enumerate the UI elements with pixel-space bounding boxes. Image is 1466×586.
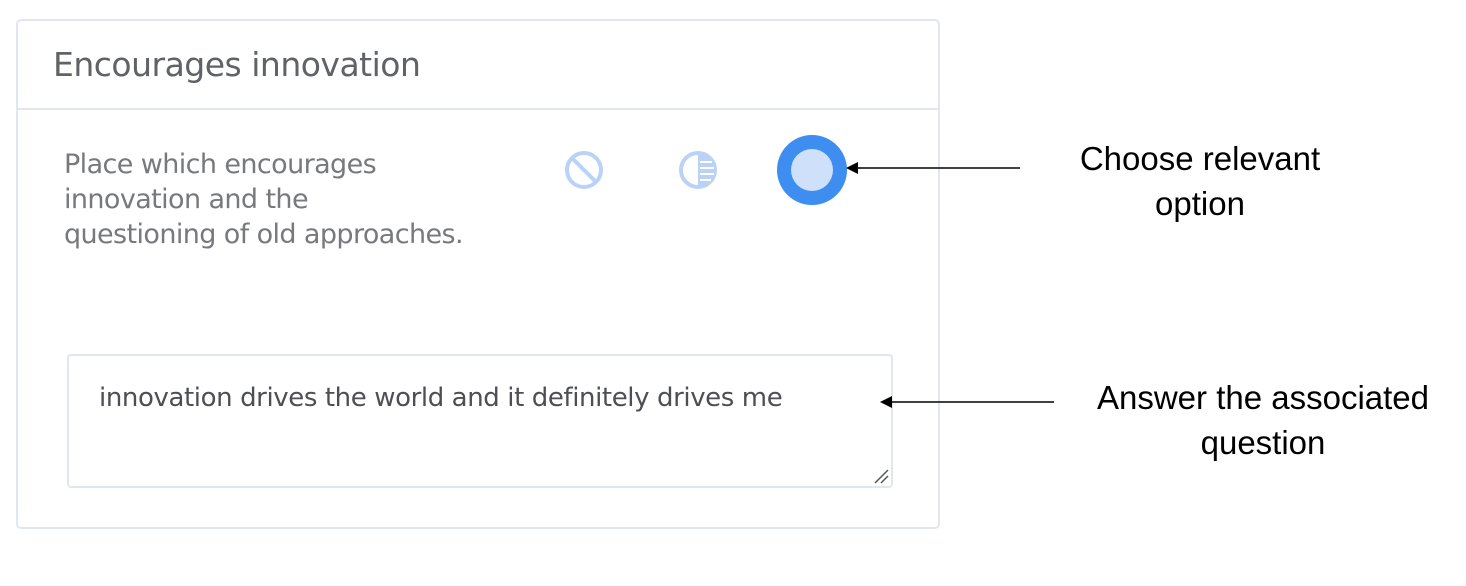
resize-handle-icon[interactable] (871, 466, 889, 484)
card-title: Encourages innovation (53, 45, 421, 84)
prohibited-circle-icon (565, 151, 603, 189)
answer-annotation-line2: question (1200, 424, 1326, 461)
full-circle-icon (777, 135, 847, 205)
options-annotation-line2: option (1155, 185, 1245, 222)
answer-arrow-icon (880, 396, 1054, 408)
options-arrow-icon (846, 162, 1020, 174)
question-text: Place which encourages innovation and th… (64, 149, 464, 250)
option-full-button[interactable] (776, 134, 848, 206)
question-card: Encourages innovation Place which encour… (16, 19, 940, 529)
half-circle-icon (679, 151, 717, 189)
answer-annotation: Answer the associated question (1080, 375, 1446, 465)
option-none-button[interactable] (562, 148, 606, 192)
answer-textarea[interactable]: innovation drives the world and it defin… (67, 354, 893, 488)
option-partial-button[interactable] (676, 148, 720, 192)
card-header: Encourages innovation (18, 21, 938, 110)
options-annotation-line1: Choose relevant (1079, 140, 1321, 177)
answer-annotation-line1: Answer the associated (1096, 379, 1429, 416)
options-annotation: Choose relevant option (1050, 136, 1350, 226)
answer-text: innovation drives the world and it defin… (99, 383, 783, 413)
